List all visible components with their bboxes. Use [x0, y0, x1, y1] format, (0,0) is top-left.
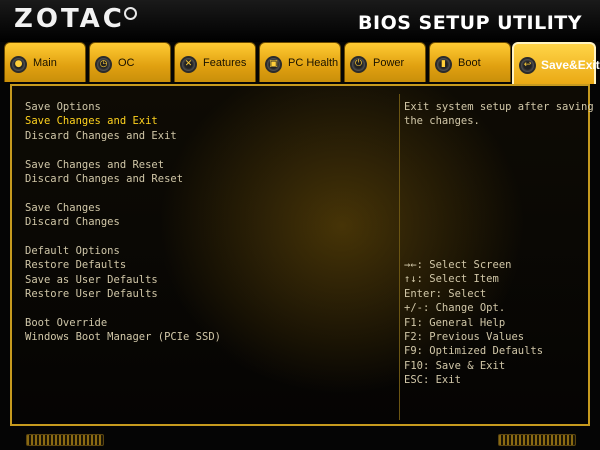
tab-features[interactable]: ✕ Features [174, 42, 256, 82]
tab-main[interactable]: ● Main [4, 42, 86, 82]
menu-item-windows-boot-manager[interactable]: Windows Boot Manager (PCIe SSD) [25, 330, 395, 344]
tab-oc-label: OC [118, 57, 135, 69]
oc-icon: ◷ [95, 56, 112, 73]
right-grille-decoration [498, 434, 576, 446]
section-header-save-options: Save Options [25, 101, 101, 113]
help-text: Exit system setup after saving the chang… [404, 100, 594, 129]
boot-icon: ▮ [435, 56, 452, 73]
tab-bar: ● Main ◷ OC ✕ Features ▣ PC Health ⏻ Pow… [4, 42, 600, 84]
left-grille-decoration [26, 434, 104, 446]
tab-oc[interactable]: ◷ OC [89, 42, 171, 82]
bios-utility-title: BIOS SETUP UTILITY [358, 12, 582, 34]
menu-item-restore-user-defaults[interactable]: Restore User Defaults [25, 287, 395, 301]
pc-health-icon: ▣ [265, 56, 282, 73]
main-panel: Save Options Save Changes and Exit Disca… [10, 84, 594, 426]
section-header-default-options: Default Options [25, 244, 120, 257]
key-legend: →←: Select Screen ↑↓: Select Item Enter:… [404, 258, 586, 388]
key-hint-previous-values: F2: Previous Values [404, 330, 525, 343]
key-hint-enter: Enter: Select [404, 287, 487, 300]
key-hint-optimized-defaults: F9: Optimized Defaults [404, 345, 544, 358]
menu-item-restore-defaults[interactable]: Restore Defaults [25, 258, 395, 272]
save-exit-icon: ↩ [519, 57, 536, 74]
logo-mark-icon [124, 7, 137, 20]
tab-pc-health-label: PC Health [288, 57, 339, 69]
help-line-1: Exit system setup after saving [404, 101, 594, 113]
save-exit-menu: Save Options Save Changes and Exit Disca… [25, 100, 395, 345]
section-header-boot-override: Boot Override [25, 316, 108, 329]
features-icon: ✕ [180, 56, 197, 73]
tab-power-label: Power [373, 57, 405, 69]
key-hint-select-item: ↑↓: Select Item [404, 273, 499, 286]
tab-save-exit-label: Save&Exit [541, 58, 600, 72]
key-hint-esc: ESC: Exit [404, 374, 461, 387]
key-hint-change-opt: +/-: Change Opt. [404, 302, 506, 315]
key-hint-select-screen: →←: Select Screen [404, 259, 512, 271]
tab-pc-health[interactable]: ▣ PC Health [259, 42, 341, 82]
key-hint-general-help: F1: General Help [404, 316, 506, 329]
menu-item-save-changes-and-exit[interactable]: Save Changes and Exit [25, 114, 395, 128]
tab-main-label: Main [33, 57, 57, 69]
menu-item-save-changes-and-reset[interactable]: Save Changes and Reset [25, 158, 395, 172]
menu-item-save-as-user-defaults[interactable]: Save as User Defaults [25, 273, 395, 287]
tab-power[interactable]: ⏻ Power [344, 42, 426, 82]
power-icon: ⏻ [350, 56, 367, 73]
main-icon: ● [10, 56, 27, 73]
menu-item-discard-changes-and-reset[interactable]: Discard Changes and Reset [25, 172, 395, 186]
tab-boot[interactable]: ▮ Boot [429, 42, 511, 82]
menu-item-discard-changes[interactable]: Discard Changes [25, 215, 395, 229]
tab-save-exit[interactable]: ↩ Save&Exit [512, 42, 600, 84]
menu-item-discard-changes-and-exit[interactable]: Discard Changes and Exit [25, 129, 395, 143]
menu-item-save-changes[interactable]: Save Changes [25, 201, 395, 215]
help-line-2: the changes. [404, 115, 480, 128]
zotac-logo: ZOTAC [14, 4, 125, 34]
tab-features-label: Features [203, 57, 247, 69]
panel-divider [399, 94, 400, 420]
tab-boot-label: Boot [458, 57, 481, 69]
header-bar: ZOTAC BIOS SETUP UTILITY [0, 0, 600, 42]
key-hint-save-exit: F10: Save & Exit [404, 359, 506, 372]
